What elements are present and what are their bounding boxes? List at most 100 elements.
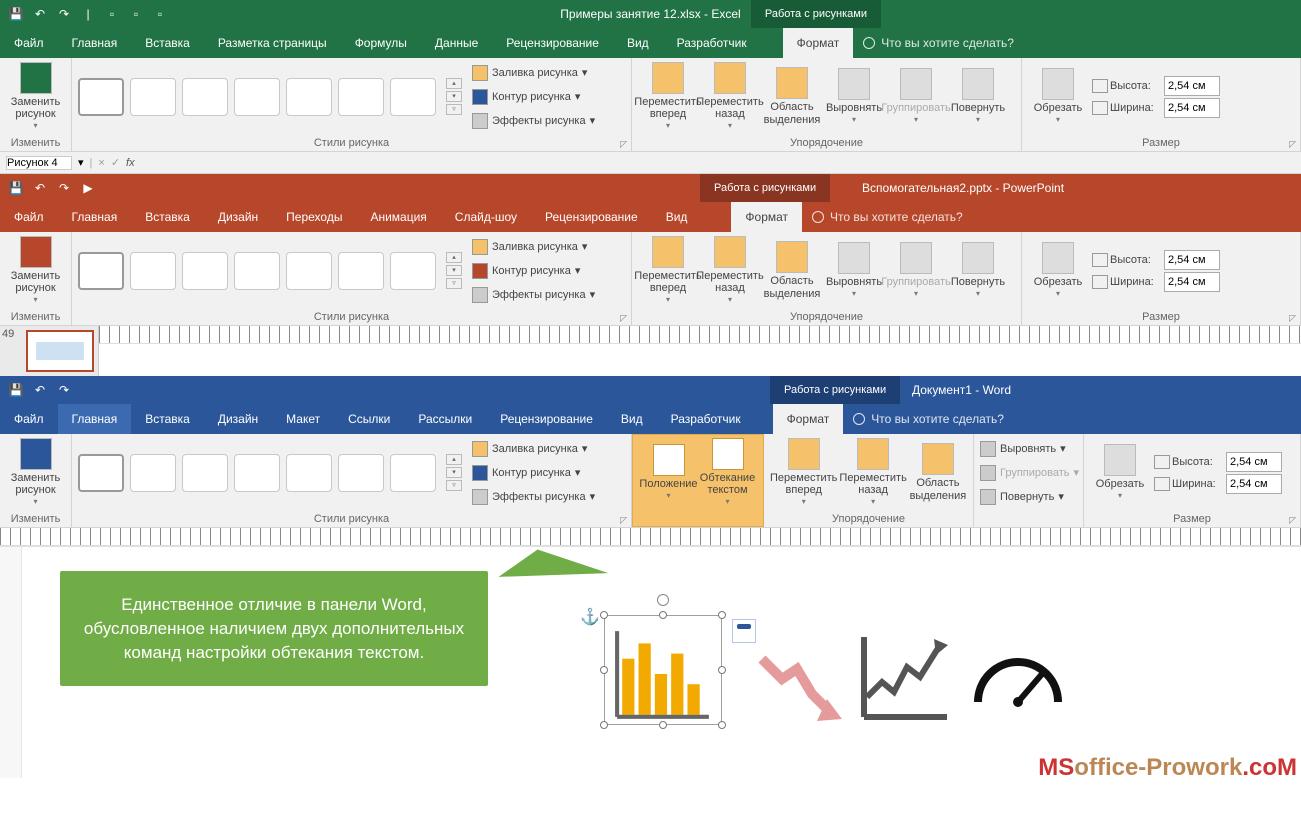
bring-forward-button[interactable]: Переместить вперед▾ — [770, 438, 837, 508]
tab-review[interactable]: Рецензирование — [531, 202, 652, 232]
width-input[interactable] — [1226, 474, 1282, 494]
style-preset-5[interactable] — [286, 252, 332, 290]
tab-format[interactable]: Формат — [773, 404, 844, 434]
style-preset-1[interactable] — [78, 252, 124, 290]
tab-pagelayout[interactable]: Разметка страницы — [204, 28, 341, 58]
qat-extra-icon[interactable]: ▫ — [104, 6, 120, 22]
style-preset-5[interactable] — [286, 78, 332, 116]
rotate-button[interactable]: Повернуть▾ — [948, 236, 1008, 306]
picture-fill[interactable]: Заливка рисунка ▾ — [472, 62, 595, 84]
tab-design[interactable]: Дизайн — [204, 404, 272, 434]
bring-forward-button[interactable]: Переместить вперед▾ — [638, 236, 698, 306]
replace-picture-button[interactable]: Заменить рисунок▾ — [6, 62, 65, 132]
tab-references[interactable]: Ссылки — [334, 404, 404, 434]
tab-home[interactable]: Главная — [58, 202, 132, 232]
undo-icon[interactable]: ↶ — [32, 382, 48, 398]
save-icon[interactable]: 💾 — [8, 6, 24, 22]
tab-layout[interactable]: Макет — [272, 404, 334, 434]
replace-picture-button[interactable]: Заменить рисунок▾ — [6, 236, 65, 306]
gallery-nav[interactable]: ▴▾▿ — [446, 252, 462, 289]
picture-styles-gallery[interactable]: ▴▾▿ — [78, 252, 462, 290]
selection-pane-button[interactable]: Область выделения — [909, 438, 967, 508]
picture-fill[interactable]: Заливка рисунка ▾ — [472, 438, 595, 460]
position-button[interactable]: Положение▾ — [639, 438, 698, 508]
style-preset-5[interactable] — [286, 454, 332, 492]
rotate-button[interactable]: Повернуть▾ — [948, 62, 1008, 132]
tab-mailings[interactable]: Рассылки — [404, 404, 486, 434]
height-input[interactable] — [1164, 250, 1220, 270]
picture-outline[interactable]: Контур рисунка ▾ — [472, 260, 595, 282]
tab-transitions[interactable]: Переходы — [272, 202, 356, 232]
tab-developer[interactable]: Разработчик — [663, 28, 761, 58]
name-box[interactable] — [6, 156, 72, 170]
tab-insert[interactable]: Вставка — [131, 28, 204, 58]
formula-input[interactable] — [141, 157, 1295, 169]
style-preset-2[interactable] — [130, 78, 176, 116]
style-preset-7[interactable] — [390, 78, 436, 116]
tell-me[interactable]: Что вы хотите сделать? — [802, 202, 973, 232]
style-preset-4[interactable] — [234, 252, 280, 290]
width-input[interactable] — [1164, 272, 1220, 292]
tab-data[interactable]: Данные — [421, 28, 492, 58]
tab-format[interactable]: Формат — [783, 28, 854, 58]
height-input[interactable] — [1164, 76, 1220, 96]
tab-review[interactable]: Рецензирование — [486, 404, 607, 434]
align-button[interactable]: Выровнять▾ — [824, 236, 884, 306]
qat-extra3-icon[interactable]: ▫ — [152, 6, 168, 22]
picture-outline[interactable]: Контур рисунка ▾ — [472, 462, 595, 484]
crop-button[interactable]: Обрезать▾ — [1028, 236, 1088, 306]
qat-extra2-icon[interactable]: ▫ — [128, 6, 144, 22]
rotate-button[interactable]: Повернуть ▾ — [980, 486, 1079, 508]
send-backward-button[interactable]: Переместить назад▾ — [700, 236, 760, 306]
style-preset-6[interactable] — [338, 454, 384, 492]
save-icon[interactable]: 💾 — [8, 382, 24, 398]
picture-fill[interactable]: Заливка рисунка ▾ — [472, 236, 595, 258]
picture-effects[interactable]: Эффекты рисунка ▾ — [472, 110, 595, 132]
style-preset-6[interactable] — [338, 252, 384, 290]
picture-effects[interactable]: Эффекты рисунка ▾ — [472, 486, 595, 508]
slideshow-icon[interactable]: ▶ — [80, 180, 96, 196]
crop-button[interactable]: Обрезать▾ — [1090, 438, 1150, 508]
style-preset-7[interactable] — [390, 454, 436, 492]
vertical-ruler[interactable] — [0, 547, 22, 778]
slide-thumbnail[interactable] — [26, 330, 94, 372]
picture-effects[interactable]: Эффекты рисунка ▾ — [472, 284, 595, 306]
bring-forward-button[interactable]: Переместить вперед▾ — [638, 62, 698, 132]
tab-formulas[interactable]: Формулы — [341, 28, 421, 58]
word-ruler[interactable] — [0, 528, 1301, 546]
undo-icon[interactable]: ↶ — [32, 6, 48, 22]
gallery-nav[interactable]: ▴▾▿ — [446, 78, 462, 115]
tell-me[interactable]: Что вы хотите сделать? — [843, 404, 1014, 434]
width-input[interactable] — [1164, 98, 1220, 118]
height-input[interactable] — [1226, 452, 1282, 472]
tab-view[interactable]: Вид — [607, 404, 657, 434]
style-preset-7[interactable] — [390, 252, 436, 290]
style-preset-1[interactable] — [78, 454, 124, 492]
style-preset-1[interactable] — [78, 78, 124, 116]
tab-file[interactable]: Файл — [0, 202, 58, 232]
tab-home[interactable]: Главная — [58, 28, 132, 58]
style-preset-2[interactable] — [130, 252, 176, 290]
tab-format[interactable]: Формат — [731, 202, 802, 232]
tab-view[interactable]: Вид — [652, 202, 702, 232]
wrap-text-button[interactable]: Обтекание текстом▾ — [698, 438, 757, 508]
tab-animations[interactable]: Анимация — [356, 202, 440, 232]
tab-home[interactable]: Главная — [58, 404, 132, 434]
style-preset-3[interactable] — [182, 78, 228, 116]
tab-file[interactable]: Файл — [0, 404, 58, 434]
send-backward-button[interactable]: Переместить назад▾ — [839, 438, 906, 508]
style-preset-2[interactable] — [130, 454, 176, 492]
save-icon[interactable]: 💾 — [8, 180, 24, 196]
crop-button[interactable]: Обрезать▾ — [1028, 62, 1088, 132]
selection-pane-button[interactable]: Область выделения — [762, 236, 822, 306]
tab-design[interactable]: Дизайн — [204, 202, 272, 232]
rotate-handle-icon[interactable] — [657, 594, 669, 606]
align-button[interactable]: Выровнять ▾ — [980, 438, 1079, 460]
redo-icon[interactable]: ↷ — [56, 6, 72, 22]
tell-me[interactable]: Что вы хотите сделать? — [853, 28, 1024, 58]
style-preset-4[interactable] — [234, 454, 280, 492]
tab-insert[interactable]: Вставка — [131, 202, 204, 232]
style-preset-6[interactable] — [338, 78, 384, 116]
send-backward-button[interactable]: Переместить назад▾ — [700, 62, 760, 132]
undo-icon[interactable]: ↶ — [32, 180, 48, 196]
